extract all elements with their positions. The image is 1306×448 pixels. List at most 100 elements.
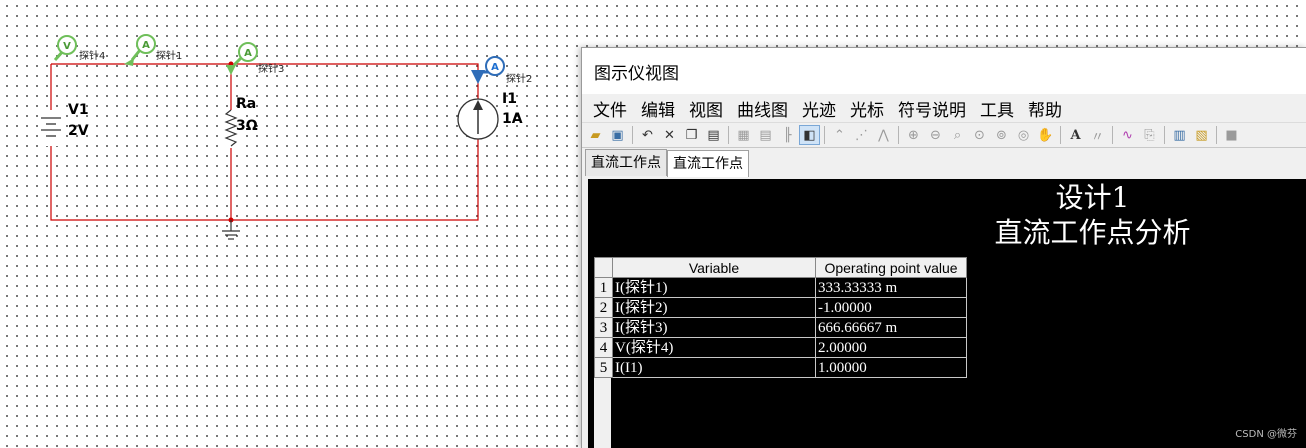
toolbar-separator: [632, 126, 633, 144]
ra-value: 3Ω: [236, 118, 258, 134]
value-cell: 1.00000: [815, 357, 967, 378]
menu-legend[interactable]: 符号说明: [891, 96, 973, 121]
current-probe-icon[interactable]: A: [471, 56, 505, 84]
pan-hand-icon[interactable]: ✋: [1035, 125, 1056, 145]
axis-icon[interactable]: ╟: [777, 125, 798, 145]
row-number: 1: [594, 277, 613, 298]
zoom-area-icon[interactable]: ⌕: [947, 125, 968, 145]
menu-edit[interactable]: 编辑: [634, 96, 682, 121]
toolbar-separator: [898, 126, 899, 144]
menu-tools[interactable]: 工具: [973, 96, 1021, 121]
i1-value: 1A: [502, 111, 523, 127]
cursor-line-icon[interactable]: ⌃: [829, 125, 850, 145]
table-row[interactable]: 5 I(I1) 1.00000: [594, 357, 967, 378]
trace-icon[interactable]: ∿: [1117, 125, 1138, 145]
save-icon[interactable]: ▣: [607, 125, 628, 145]
row-number: 3: [594, 317, 613, 338]
wires: [50, 63, 479, 221]
svg-text:V: V: [63, 41, 71, 52]
toolbar-separator: [824, 126, 825, 144]
toolbar-separator: [1164, 126, 1165, 144]
overlay-icon[interactable]: ◧: [799, 125, 820, 145]
results-table: Variable Operating point value 1 I(探针1) …: [594, 257, 967, 378]
toolbar-separator: [1060, 126, 1061, 144]
cursor-points-icon[interactable]: ⋰: [851, 125, 872, 145]
circuit-schematic[interactable]: V1 2V Ra 3Ω I1 1A V 探针4 A 探针1 A 探针3 A 探针…: [0, 0, 580, 447]
current-source-i1[interactable]: [457, 98, 499, 140]
menu-bar: 文件 编辑 视图 曲线图 光迹 光标 符号说明 工具 帮助: [582, 94, 1306, 122]
tab-bar: 直流工作点 直流工作点: [582, 148, 1306, 177]
value-cell: 333.33333 m: [815, 277, 967, 298]
export-icon[interactable]: ⎘: [1139, 125, 1160, 145]
table-row[interactable]: 4 V(探针4) 2.00000: [594, 337, 967, 358]
zoom-y-icon[interactable]: ⊚: [991, 125, 1012, 145]
variable-cell: I(探针1): [612, 277, 816, 298]
window-title-bar[interactable]: 图示仪视图: [582, 48, 1306, 94]
variable-cell: I(I1): [612, 357, 816, 378]
undo-icon[interactable]: ↶: [637, 125, 658, 145]
current-probe-icon[interactable]: A: [226, 42, 258, 75]
graph-area[interactable]: 设计1 直流工作点分析 Variable Operating point val…: [588, 179, 1306, 448]
column-header-value[interactable]: Operating point value: [815, 257, 967, 278]
corner-cell: [594, 257, 613, 278]
paste-icon[interactable]: ▤: [703, 125, 724, 145]
stop-icon[interactable]: ■: [1221, 125, 1242, 145]
voltage-probe-icon[interactable]: V: [53, 35, 77, 62]
open-folder-icon[interactable]: ▰: [585, 125, 606, 145]
copy-icon[interactable]: ❐: [681, 125, 702, 145]
print-icon[interactable]: ▥: [1169, 125, 1190, 145]
row-number: 2: [594, 297, 613, 318]
voltage-source-v1[interactable]: [38, 110, 64, 146]
probe2-label: 探针2: [506, 72, 532, 85]
ra-name: Ra: [236, 96, 256, 112]
v1-value: 2V: [68, 123, 89, 139]
cut-icon[interactable]: ✕: [659, 125, 680, 145]
ground-icon[interactable]: [222, 220, 240, 240]
menu-file[interactable]: 文件: [586, 96, 634, 121]
column-header-variable[interactable]: Variable: [612, 257, 816, 278]
print-preview-icon[interactable]: ▧: [1191, 125, 1212, 145]
toolbar-separator: [1216, 126, 1217, 144]
table-header-row: Variable Operating point value: [594, 257, 967, 278]
v1-name: V1: [68, 102, 89, 118]
tab-dc-op-1[interactable]: 直流工作点: [585, 149, 667, 176]
probe4-label: 探针4: [79, 49, 105, 62]
annotation-icon[interactable]: 〃: [1087, 125, 1108, 145]
zoom-out-icon[interactable]: ⊖: [925, 125, 946, 145]
svg-text:A: A: [244, 48, 252, 59]
zoom-x-icon[interactable]: ⊙: [969, 125, 990, 145]
svg-text:A: A: [491, 62, 499, 73]
menu-help[interactable]: 帮助: [1021, 96, 1069, 121]
menu-graph[interactable]: 曲线图: [730, 96, 795, 121]
value-cell: -1.00000: [815, 297, 967, 318]
probe1-label: 探针1: [156, 49, 182, 62]
i1-name: I1: [502, 91, 517, 107]
grid-icon[interactable]: ▦: [733, 125, 754, 145]
grapher-window[interactable]: 图示仪视图 文件 编辑 视图 曲线图 光迹 光标 符号说明 工具 帮助 ▰ ▣ …: [581, 47, 1306, 448]
graph-subtitle: 直流工作点分析: [994, 216, 1191, 249]
row-number: 5: [594, 357, 613, 378]
toolbar-separator: [1112, 126, 1113, 144]
menu-trace[interactable]: 光迹: [795, 96, 843, 121]
value-cell: 2.00000: [815, 337, 967, 358]
table-row[interactable]: 1 I(探针1) 333.33333 m: [594, 277, 967, 298]
zoom-full-icon[interactable]: ◎: [1013, 125, 1034, 145]
row-number: 4: [594, 337, 613, 358]
table-row[interactable]: 3 I(探针3) 666.66667 m: [594, 317, 967, 338]
menu-view[interactable]: 视图: [682, 96, 730, 121]
current-probe-icon[interactable]: A: [124, 34, 156, 66]
value-cell: 666.66667 m: [815, 317, 967, 338]
toolbar-separator: [728, 126, 729, 144]
variable-cell: V(探针4): [612, 337, 816, 358]
tab-dc-op-2[interactable]: 直流工作点: [667, 150, 749, 177]
variable-cell: I(探针2): [612, 297, 816, 318]
svg-text:A: A: [142, 40, 150, 51]
toolbar: ▰ ▣ ↶ ✕ ❐ ▤ ▦ ▤ ╟ ◧ ⌃ ⋰ ⋀ ⊕ ⊖ ⌕ ⊙ ⊚ ◎ ✋ …: [582, 122, 1306, 148]
menu-cursor[interactable]: 光标: [843, 96, 891, 121]
window-title: 图示仪视图: [594, 63, 679, 84]
cursor-peak-icon[interactable]: ⋀: [873, 125, 894, 145]
text-label-icon[interactable]: A: [1065, 125, 1086, 145]
zoom-in-icon[interactable]: ⊕: [903, 125, 924, 145]
lines-icon[interactable]: ▤: [755, 125, 776, 145]
table-row[interactable]: 2 I(探针2) -1.00000: [594, 297, 967, 318]
